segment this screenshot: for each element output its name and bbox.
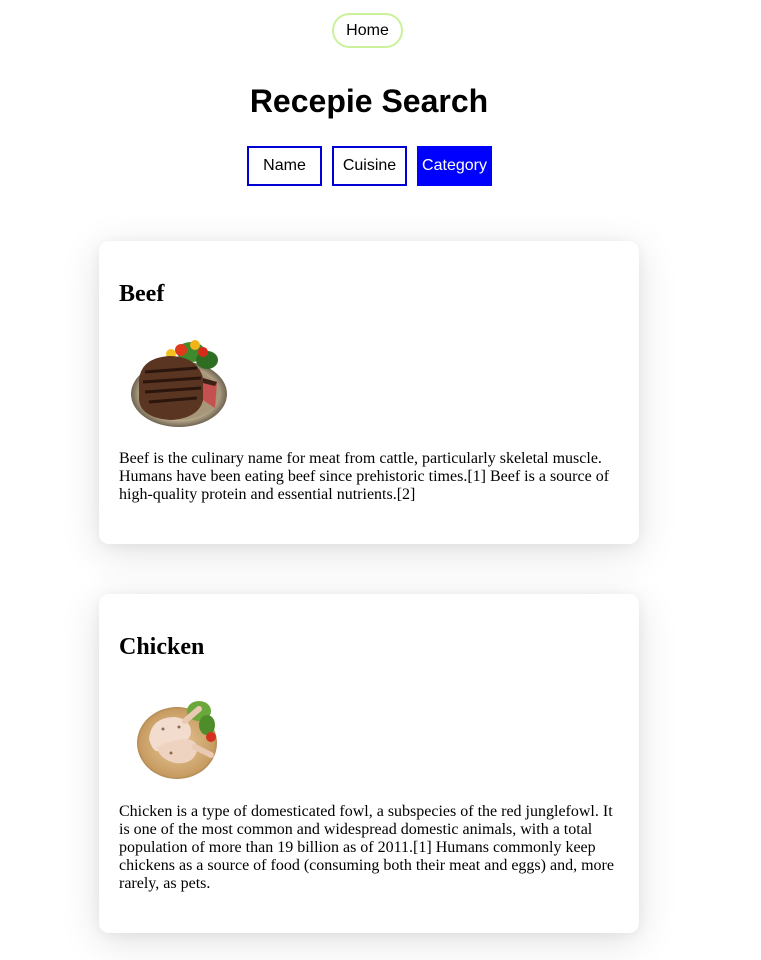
- tab-cuisine[interactable]: Cuisine: [332, 146, 407, 186]
- page-title: Recepie Search: [249, 83, 489, 119]
- home-button[interactable]: Home: [332, 13, 403, 48]
- card-description: Chicken is a type of domesticated fowl, …: [119, 803, 614, 892]
- search-tabs: Name Cuisine Category: [247, 146, 492, 186]
- chicken-legs-plate-image: [137, 701, 217, 779]
- card-title: Chicken: [119, 634, 205, 660]
- category-card-beef[interactable]: Beef Beef is the culinary name for meat …: [99, 241, 639, 544]
- tab-category[interactable]: Category: [417, 146, 492, 186]
- card-title: Beef: [119, 281, 165, 307]
- beef-steak-plate-image: [131, 340, 227, 427]
- category-card-chicken[interactable]: Chicken Chicken is a type of domesticate…: [99, 594, 639, 933]
- tab-name[interactable]: Name: [247, 146, 322, 186]
- card-description: Beef is the culinary name for meat from …: [119, 450, 610, 503]
